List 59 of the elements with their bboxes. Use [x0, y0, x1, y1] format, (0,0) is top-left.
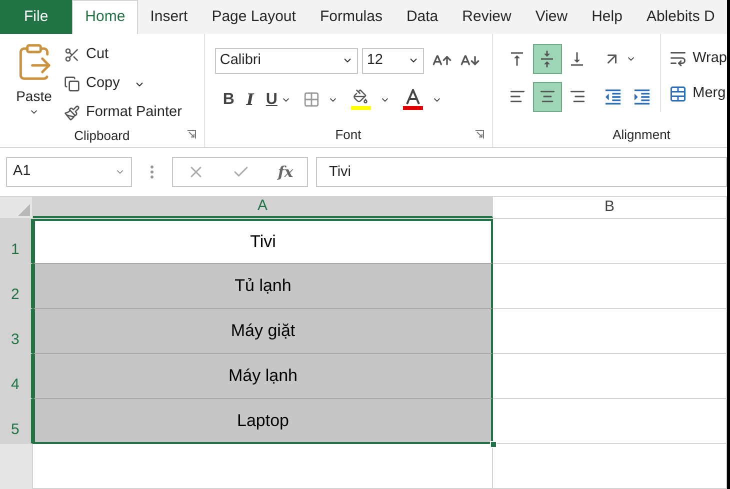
clipboard-command[interactable]: Cut	[64, 42, 182, 68]
wrap-text-button[interactable]: Wrap	[668, 48, 727, 70]
decrease-indent-icon[interactable]	[602, 86, 623, 106]
ribbon-tab[interactable]: Formulas	[308, 0, 394, 34]
row-header[interactable]: 2	[0, 264, 33, 309]
table-cell[interactable]: Máy giặt	[33, 309, 493, 354]
text-align-icon	[538, 88, 556, 105]
font-size-dropdown[interactable]: 12	[362, 48, 424, 74]
font-name-dropdown[interactable]: Calibri	[214, 48, 358, 74]
table-cell[interactable]: Tivi	[33, 219, 493, 264]
ribbon-tab[interactable]: Insert	[138, 0, 200, 34]
fill-color-icon[interactable]	[350, 88, 372, 110]
table-cell[interactable]: Tủ lạnh	[33, 264, 493, 309]
column-header[interactable]: B	[493, 197, 727, 218]
ribbon-tab[interactable]: Page Layout	[200, 0, 308, 34]
font-style-button[interactable]: I	[246, 88, 254, 112]
more-icon[interactable]	[150, 164, 154, 179]
font-color-icon[interactable]	[402, 88, 424, 110]
font-style-button[interactable]: B	[222, 88, 234, 112]
column-header[interactable]: A	[33, 197, 493, 218]
copy-icon	[64, 76, 80, 92]
formula-field[interactable]: Tivi	[316, 156, 727, 187]
paste-button[interactable]: Paste	[12, 42, 56, 126]
ribbon-tab[interactable]: Help	[580, 0, 634, 34]
row-header[interactable]: 3	[0, 309, 33, 354]
row-header[interactable]: 1	[0, 219, 33, 264]
table-cell[interactable]: Laptop	[33, 399, 493, 444]
merge-cells-icon	[668, 85, 687, 104]
dialog-launcher-icon[interactable]	[186, 130, 196, 138]
ribbon-tab[interactable]: Ablebits D	[634, 0, 727, 34]
ribbon-tab[interactable]: Review	[450, 0, 524, 34]
ribbon-tab[interactable]: Data	[394, 0, 450, 34]
table-cell[interactable]: Máy lạnh	[33, 354, 493, 399]
ribbon-tab[interactable]: View	[523, 0, 580, 34]
wrap-text-icon	[668, 49, 687, 68]
file-tab[interactable]: File	[0, 0, 72, 34]
font-style-button[interactable]: U	[266, 88, 278, 112]
group-label: Clipboard	[74, 126, 130, 145]
row-header[interactable]: 4	[0, 354, 33, 399]
text-align-icon	[568, 88, 586, 105]
increase-indent-icon[interactable]	[632, 86, 652, 106]
paintbrush-icon	[64, 105, 80, 121]
name-box[interactable]: A1	[6, 156, 132, 187]
dialog-launcher-icon[interactable]	[474, 130, 484, 138]
row-header[interactable]: 5	[0, 399, 33, 444]
clipboard-command[interactable]: Copy	[64, 72, 182, 96]
fill-handle[interactable]	[490, 441, 497, 448]
merge-button[interactable]: Merg	[668, 83, 727, 105]
scissors-icon	[64, 47, 80, 63]
group-label: Font	[335, 126, 362, 144]
ribbon-tab[interactable]: Home	[72, 0, 138, 34]
borders-icon[interactable]	[303, 91, 320, 108]
group-label: Alignment	[612, 126, 672, 144]
text-align-icon	[508, 88, 526, 105]
vertical-align-button[interactable]	[532, 44, 562, 74]
clipboard-command[interactable]: Format Painter	[64, 100, 182, 126]
empty-cell[interactable]	[493, 444, 727, 489]
insert-function-button[interactable]: fx	[278, 160, 294, 183]
horizontal-align-button[interactable]	[532, 82, 562, 112]
